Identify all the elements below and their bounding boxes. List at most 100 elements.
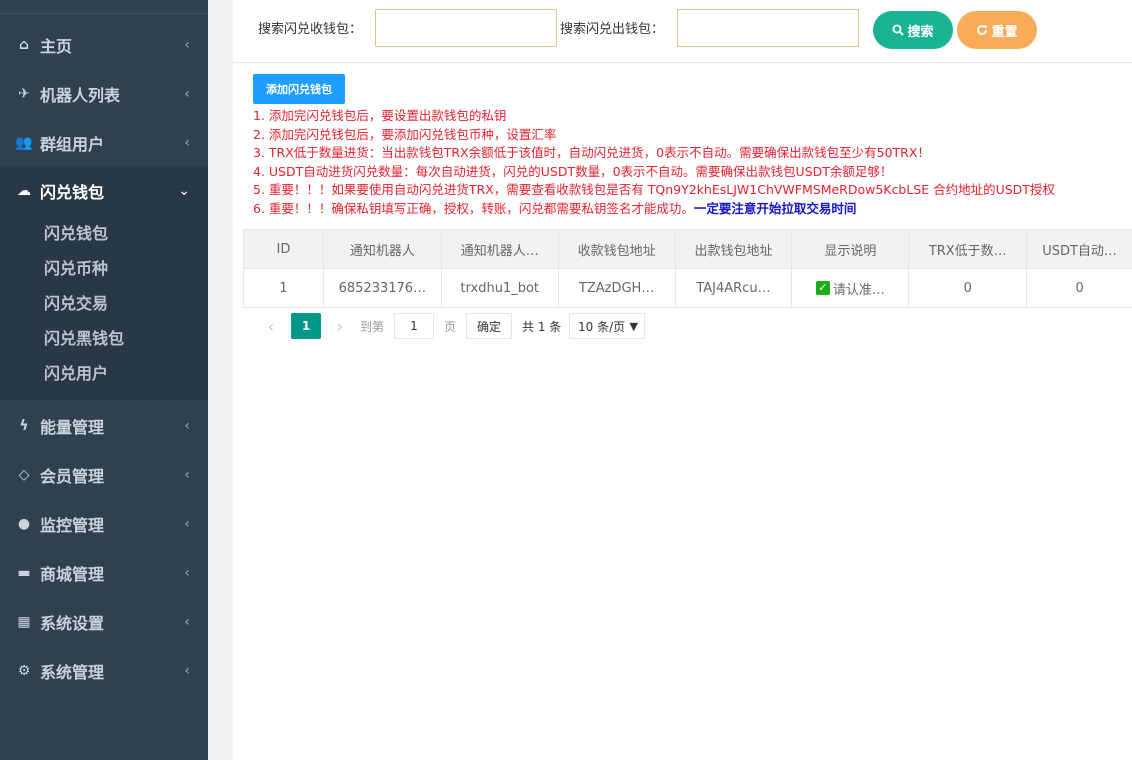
page-unit-label: 页 xyxy=(444,319,457,334)
cell-notify-bot: 685233176… xyxy=(323,269,442,308)
cell-receive-address: TZAzDGH… xyxy=(558,269,676,308)
check-icon: ✓ xyxy=(815,281,830,295)
send-wallet-input[interactable] xyxy=(677,9,859,47)
reset-button[interactable]: 重置 xyxy=(957,11,1037,49)
windows-icon: ▦ xyxy=(17,613,31,630)
note-6-text: 6. 重要！！！确保私钥填写正确，授权，转账，闪兑都需要私钥签名才能成功。 xyxy=(253,200,694,216)
cell-description: ✓ 请认准… xyxy=(792,269,910,308)
drop-icon: ● xyxy=(17,515,31,532)
note-2: 2. 添加完闪兑钱包后，要添加闪兑钱包币种，设置汇率 xyxy=(253,126,557,142)
sidebar-top-divider xyxy=(0,0,208,14)
note-3: 3. TRX低于数量进货：当出款钱包TRX余额低于该值时，自动闪兑进货，0表示不… xyxy=(253,145,930,161)
diamond-icon: ◇ xyxy=(18,466,30,483)
table-row[interactable]: 1 685233176… trxdhu1_bot TZAzDGH… TAJ4AR… xyxy=(244,269,1132,308)
submenu-item-trade[interactable]: 闪兑交易 xyxy=(44,286,108,321)
sidebar-item-label: 闪兑钱包 xyxy=(40,182,105,202)
column-header[interactable]: 显示说明 xyxy=(792,230,910,269)
page-size-select[interactable]: 10 条/页 ▼ xyxy=(569,313,645,339)
gear-icon: ⚙ xyxy=(17,662,31,679)
sidebar-item-shop[interactable]: ▬ 商城管理 ‹ xyxy=(0,548,208,597)
goto-confirm-button[interactable]: 确定 xyxy=(466,313,512,339)
sidebar-item-label: 系统设置 xyxy=(40,613,105,633)
prev-page-button[interactable]: ‹ xyxy=(261,312,281,340)
chevron-down-icon: ⌄ xyxy=(178,182,190,199)
bolt-icon: ϟ xyxy=(19,417,29,434)
sidebar-item-flash-wallet[interactable]: ☁ 闪兑钱包 ⌄ xyxy=(0,166,208,215)
cell-notify-bot-name: trxdhu1_bot xyxy=(441,269,559,308)
chevron-left-icon: ‹ xyxy=(184,36,190,53)
column-header[interactable]: 出款钱包地址 xyxy=(675,230,793,269)
users-icon: 👥 xyxy=(15,134,33,151)
chevron-down-icon: ▼ xyxy=(629,319,638,333)
column-header[interactable]: 通知机器人… xyxy=(441,230,559,269)
column-header[interactable]: TRX低于数… xyxy=(909,230,1028,269)
sidebar-item-monitor[interactable]: ● 监控管理 ‹ xyxy=(0,499,208,548)
column-header[interactable]: 通知机器人 xyxy=(323,230,442,269)
submenu-item-users[interactable]: 闪兑用户 xyxy=(44,356,108,391)
chevron-left-icon: ‹ xyxy=(184,613,190,630)
chevron-left-icon: ‹ xyxy=(184,564,190,581)
submenu-item-blacklist[interactable]: 闪兑黑钱包 xyxy=(44,321,124,356)
reset-button-label: 重置 xyxy=(991,24,1018,40)
sidebar-item-label: 监控管理 xyxy=(40,515,105,535)
chevron-left-icon: ‹ xyxy=(184,417,190,434)
receive-wallet-label: 搜索闪兑收钱包： xyxy=(258,22,363,37)
sidebar-item-label: 主页 xyxy=(40,36,73,56)
chevron-left-icon: ‹ xyxy=(184,85,190,102)
sidebar-item-members[interactable]: ◇ 会员管理 ‹ xyxy=(0,450,208,499)
refresh-icon xyxy=(977,25,988,35)
page-size-value: 10 条/页 xyxy=(578,319,626,334)
sidebar-item-robots[interactable]: ✈ 机器人列表 ‹ xyxy=(0,69,208,118)
sidebar-item-system-admin[interactable]: ⚙ 系统管理 ‹ xyxy=(0,646,208,695)
cell-id: 1 xyxy=(244,269,324,308)
search-button[interactable]: 搜索 xyxy=(873,11,953,49)
submenu-item-wallet[interactable]: 闪兑钱包 xyxy=(44,216,108,251)
goto-page-input[interactable]: 1 xyxy=(394,313,434,339)
sidebar-item-system-settings[interactable]: ▦ 系统设置 ‹ xyxy=(0,597,208,646)
cell-trx-threshold: 0 xyxy=(909,269,1028,308)
column-header[interactable]: USDT自动… xyxy=(1027,230,1132,269)
sidebar-item-label: 商城管理 xyxy=(40,564,105,584)
cart-icon: ▬ xyxy=(17,564,31,581)
sidebar-item-label: 机器人列表 xyxy=(40,85,121,105)
table-header: ID 通知机器人 通知机器人… 收款钱包地址 出款钱包地址 显示说明 TRX低于… xyxy=(244,230,1132,269)
search-icon xyxy=(892,24,905,36)
pagination: ‹ 1 › 到第 1 页 确定 共 1 条 10 条/页 ▼ xyxy=(251,312,1131,340)
goto-label: 到第 xyxy=(360,319,385,334)
note-6-emphasis: 一定要注意开始拉取交易时间 xyxy=(693,200,857,216)
plane-icon: ✈ xyxy=(18,85,30,102)
note-5: 5. 重要！！！如果要使用自动闪兑进货TRX，需要查看收款钱包是否有 TQn9Y… xyxy=(253,182,1055,198)
search-bar: 搜索闪兑收钱包： 搜索闪兑出钱包： 搜索 重置 xyxy=(233,0,1132,63)
next-page-button[interactable]: › xyxy=(330,312,350,340)
submenu-flash-wallet: 闪兑钱包 闪兑币种 闪兑交易 闪兑黑钱包 闪兑用户 xyxy=(0,210,208,400)
search-button-label: 搜索 xyxy=(907,24,934,40)
instructions: 1. 添加完闪兑钱包后，要设置出款钱包的私钥 2. 添加完闪兑钱包后，要添加闪兑… xyxy=(253,107,1132,219)
column-header[interactable]: 收款钱包地址 xyxy=(558,230,676,269)
sidebar-item-energy[interactable]: ϟ 能量管理 ‹ xyxy=(0,401,208,450)
note-6: 6. 重要！！！确保私钥填写正确，授权，转账，闪兑都需要私钥签名才能成功。一定要… xyxy=(253,200,1132,219)
content-panel: 搜索闪兑收钱包： 搜索闪兑出钱包： 搜索 重置 添加闪兑钱包 1. 添加完闪兑钱… xyxy=(233,0,1132,760)
sidebar: ⌂ 主页 ‹ ✈ 机器人列表 ‹ 👥 群组用户 ‹ ☁ 闪兑钱包 ⌄ 闪兑钱包 … xyxy=(0,0,208,760)
sidebar-item-label: 能量管理 xyxy=(40,417,105,437)
sidebar-item-label: 系统管理 xyxy=(40,662,105,682)
cell-usdt-auto: 0 xyxy=(1027,269,1132,308)
add-flash-wallet-button[interactable]: 添加闪兑钱包 xyxy=(253,74,345,104)
cloud-icon: ☁ xyxy=(17,182,31,199)
sidebar-item-home[interactable]: ⌂ 主页 ‹ xyxy=(0,20,208,69)
note-1: 1. 添加完闪兑钱包后，要设置出款钱包的私钥 xyxy=(253,108,507,123)
receive-wallet-input[interactable] xyxy=(375,9,557,47)
total-count: 共 1 条 xyxy=(522,319,562,334)
sidebar-item-group-users[interactable]: 👥 群组用户 ‹ xyxy=(0,118,208,167)
chevron-left-icon: ‹ xyxy=(184,134,190,151)
chevron-left-icon: ‹ xyxy=(184,662,190,679)
column-header[interactable]: ID xyxy=(244,230,324,269)
page-number-current[interactable]: 1 xyxy=(291,313,321,339)
sidebar-item-label: 会员管理 xyxy=(40,466,105,486)
submenu-item-currency[interactable]: 闪兑币种 xyxy=(44,251,108,286)
cell-send-address: TAJ4ARcu… xyxy=(675,269,793,308)
sidebar-item-label: 群组用户 xyxy=(40,134,105,154)
note-4: 4. USDT自动进货闪兑数量：每次自动进货，闪兑的USDT数量，0表示不自动。… xyxy=(253,163,893,179)
home-icon: ⌂ xyxy=(18,36,30,53)
chevron-left-icon: ‹ xyxy=(184,466,190,483)
wallet-table: ID 通知机器人 通知机器人… 收款钱包地址 出款钱包地址 显示说明 TRX低于… xyxy=(243,229,1132,308)
